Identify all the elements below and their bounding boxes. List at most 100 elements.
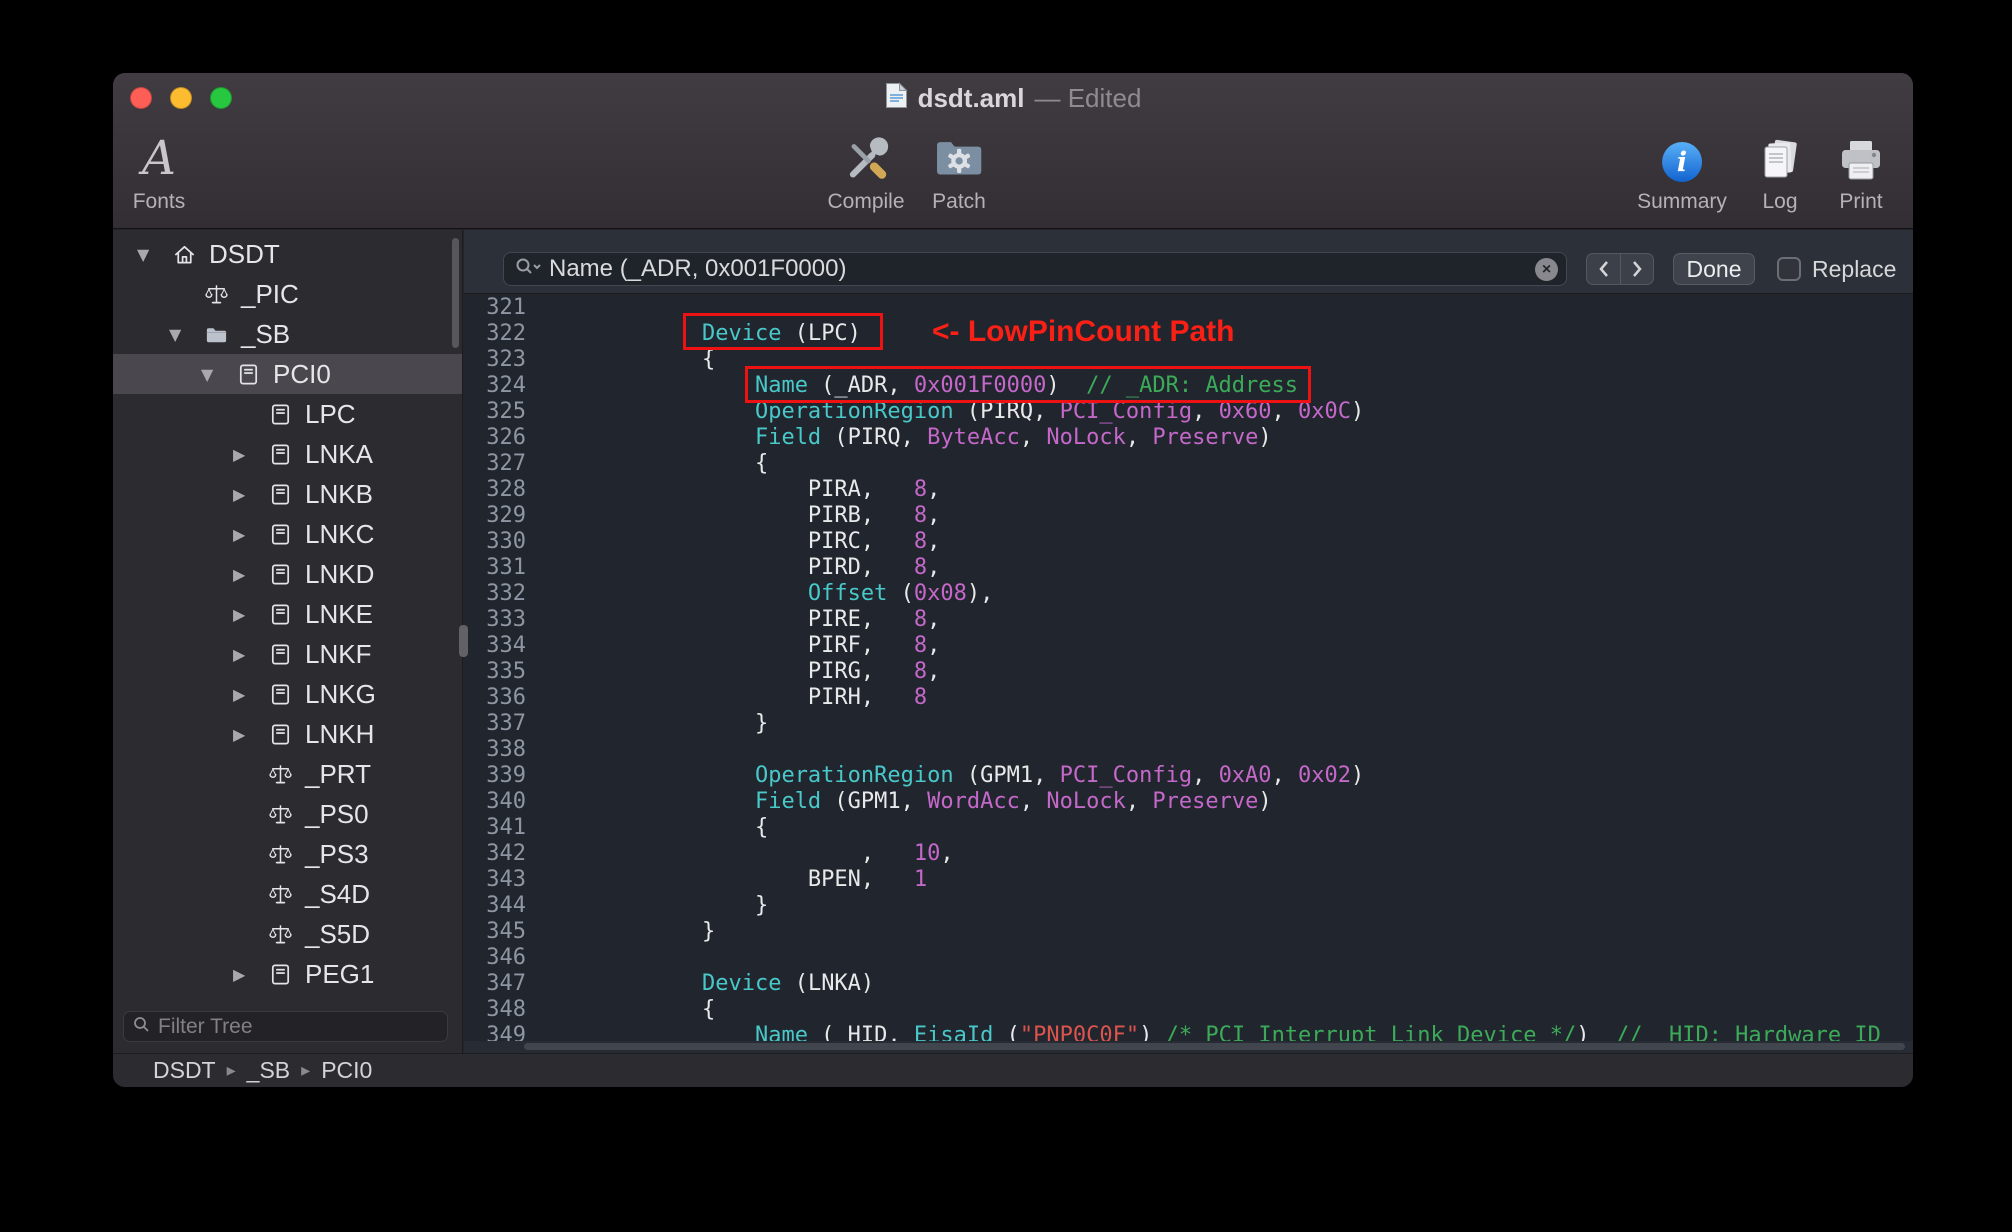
chevron-right-icon[interactable]: ▶ <box>231 445 267 464</box>
clear-search-icon[interactable]: × <box>1535 258 1558 281</box>
code-text[interactable]: OperationRegion (GPM1, PCI_Config, 0xA0,… <box>526 763 1364 789</box>
code-text[interactable]: PIRB, 8, <box>526 503 940 529</box>
code-line: 344 } <box>464 893 1913 919</box>
chevron-right-icon[interactable]: ▶ <box>231 605 267 624</box>
sidebar-item-lpc[interactable]: LPC <box>113 394 462 434</box>
sidebar-item-lnkg[interactable]: ▶ LNKG <box>113 674 462 714</box>
sidebar-item-pic[interactable]: _PIC <box>113 274 462 314</box>
code-text[interactable]: { <box>526 815 768 841</box>
line-number: 334 <box>486 633 526 658</box>
sidebar-item-lnkd[interactable]: ▶ LNKD <box>113 554 462 594</box>
code-text[interactable] <box>526 945 596 971</box>
code-text[interactable]: PIRC, 8, <box>526 529 940 555</box>
code-text[interactable]: } <box>526 919 715 945</box>
print-button[interactable]: Print <box>1837 127 1885 214</box>
find-previous-button[interactable] <box>1586 253 1620 285</box>
code-text[interactable]: Device (LNKA) <box>526 971 874 997</box>
window-title-edited: — Edited <box>1034 82 1142 113</box>
code-text[interactable]: { <box>526 451 768 477</box>
code-text[interactable] <box>526 295 596 321</box>
code-text[interactable]: Offset (0x08), <box>526 581 993 607</box>
sidebar-item-ps0[interactable]: _PS0 <box>113 794 462 834</box>
pane-splitter-handle[interactable] <box>459 625 468 657</box>
code-text[interactable]: PIRF, 8, <box>526 633 940 659</box>
code-text[interactable]: BPEN, 1 <box>526 867 927 893</box>
chevron-right-icon[interactable]: ▶ <box>231 645 267 664</box>
breadcrumb-item[interactable]: DSDT <box>153 1057 216 1084</box>
filter-tree-input[interactable] <box>158 1014 438 1039</box>
chevron-right-icon[interactable]: ▶ <box>231 485 267 504</box>
code-text[interactable]: Field (GPM1, WordAcc, NoLock, Preserve) <box>526 789 1272 815</box>
main-pane: × Done Replace 321322 Device (LPC)323 {3… <box>464 230 1913 1053</box>
code-text[interactable]: PIRE, 8, <box>526 607 940 633</box>
find-field[interactable]: × <box>503 252 1567 286</box>
info-icon: i <box>1659 127 1705 185</box>
log-button[interactable]: Log <box>1756 127 1804 214</box>
done-button[interactable]: Done <box>1673 253 1755 285</box>
horizontal-scrollbar-thumb[interactable] <box>524 1043 1905 1050</box>
chevron-down-icon[interactable]: ▼ <box>199 365 235 384</box>
chevron-down-icon[interactable]: ▼ <box>167 325 203 344</box>
replace-checkbox[interactable] <box>1777 257 1801 281</box>
code-text[interactable]: PIRH, 8 <box>526 685 927 711</box>
log-label: Log <box>1762 190 1798 213</box>
sidebar-scrollbar[interactable] <box>452 238 459 348</box>
window-chrome: dsdt.aml — Edited A Fonts Compile Patch … <box>113 73 1913 229</box>
code-text[interactable]: } <box>526 711 768 737</box>
sidebar-item-lnka[interactable]: ▶ LNKA <box>113 434 462 474</box>
line-number: 325 <box>486 399 526 424</box>
chevron-right-icon[interactable]: ▶ <box>231 565 267 584</box>
code-text[interactable] <box>526 737 596 763</box>
sidebar-item-sb[interactable]: ▼ _SB <box>113 314 462 354</box>
code-text[interactable]: } <box>526 893 768 919</box>
search-menu-icon[interactable] <box>514 257 541 282</box>
patch-button[interactable]: Patch <box>932 127 986 214</box>
find-next-button[interactable] <box>1620 253 1654 285</box>
sidebar-item-ps3[interactable]: _PS3 <box>113 834 462 874</box>
code-text[interactable]: { <box>526 347 715 373</box>
line-number: 348 <box>486 997 526 1022</box>
chevron-right-icon[interactable]: ▶ <box>231 965 267 984</box>
sidebar-item-s4d[interactable]: _S4D <box>113 874 462 914</box>
code-text[interactable]: PIRA, 8, <box>526 477 940 503</box>
chevron-right-icon[interactable]: ▶ <box>231 685 267 704</box>
sidebar-item-dsdt[interactable]: ▼ DSDT <box>113 234 462 274</box>
sidebar-item-prt[interactable]: _PRT <box>113 754 462 794</box>
horizontal-scrollbar[interactable] <box>464 1041 1913 1053</box>
titlebar[interactable]: dsdt.aml — Edited <box>113 73 1913 123</box>
fonts-button[interactable]: A Fonts <box>133 127 186 214</box>
sidebar-item-label: PCI0 <box>273 358 331 389</box>
device-icon <box>267 401 293 427</box>
breadcrumb-item[interactable]: PCI0 <box>321 1057 372 1084</box>
line-number: 345 <box>486 919 526 944</box>
code-text[interactable]: , 10, <box>526 841 954 867</box>
sidebar-item-lnke[interactable]: ▶ LNKE <box>113 594 462 634</box>
find-input[interactable] <box>549 255 1526 283</box>
summary-button[interactable]: i Summary <box>1637 127 1727 214</box>
code-line: 332 Offset (0x08), <box>464 581 1913 607</box>
chevron-right-icon[interactable]: ▶ <box>231 725 267 744</box>
breadcrumb-item[interactable]: _SB <box>247 1057 290 1084</box>
sidebar-item-peg1[interactable]: ▶ PEG1 <box>113 954 462 994</box>
print-label: Print <box>1839 190 1883 213</box>
code-text[interactable]: { <box>526 997 715 1023</box>
compile-button[interactable]: Compile <box>827 127 905 214</box>
filter-tree-field[interactable] <box>123 1011 448 1042</box>
chevron-right-icon[interactable]: ▶ <box>231 525 267 544</box>
sidebar-item-label: PEG1 <box>305 958 375 989</box>
chevron-down-icon[interactable]: ▼ <box>135 245 171 264</box>
sidebar-item-pci0[interactable]: ▼ PCI0 <box>113 354 462 394</box>
code-text[interactable]: PIRG, 8, <box>526 659 940 685</box>
sidebar-item-label: LNKD <box>305 558 375 589</box>
code-text[interactable]: Field (PIRQ, ByteAcc, NoLock, Preserve) <box>526 425 1272 451</box>
printer-icon <box>1837 127 1885 185</box>
sidebar-item-s5d[interactable]: _S5D <box>113 914 462 954</box>
sidebar-item-lnkb[interactable]: ▶ LNKB <box>113 474 462 514</box>
sidebar-item-lnkc[interactable]: ▶ LNKC <box>113 514 462 554</box>
code-editor[interactable]: 321 322 Device (LPC) 323 {324 Name (_ADR, … <box>464 295 1913 1053</box>
sidebar-item-lnkf[interactable]: ▶ LNKF <box>113 634 462 674</box>
sidebar-item-lnkh[interactable]: ▶ LNKH <box>113 714 462 754</box>
line-number: 341 <box>486 815 526 840</box>
line-number: 333 <box>486 607 526 632</box>
code-text[interactable]: PIRD, 8, <box>526 555 940 581</box>
